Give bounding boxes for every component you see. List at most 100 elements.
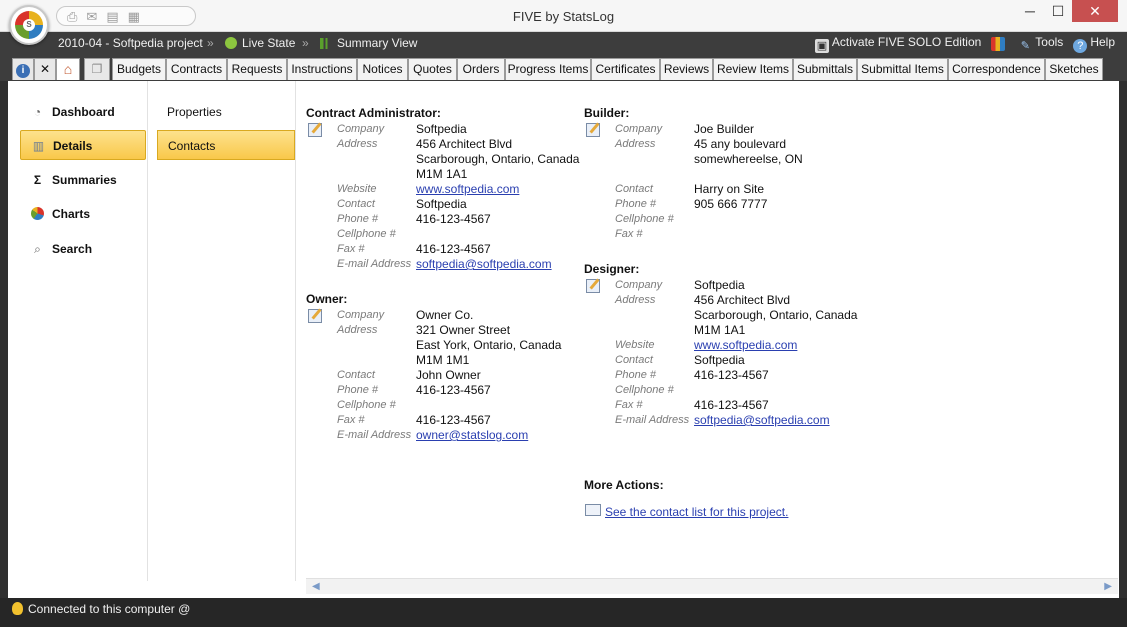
edit-contact-icon[interactable] <box>586 123 600 137</box>
breadcrumb: 2010-04 - Softpedia project » Live State… <box>0 32 1127 54</box>
breadcrumb-summary-view[interactable]: Summary View <box>320 36 417 50</box>
admin-phone: 416-123-4567 <box>416 212 491 226</box>
edit-contact-icon[interactable] <box>586 279 600 293</box>
contact-list-link[interactable]: See the contact list for this project. <box>605 505 788 519</box>
owner-address-line: East York, Ontario, Canada <box>416 338 562 352</box>
help-menu[interactable]: ? Help <box>1073 35 1115 53</box>
section-contract-administrator: Contract Administrator: <box>306 106 441 120</box>
field-label: Phone # <box>615 369 656 381</box>
breadcrumb-separator: » <box>207 36 214 50</box>
nav-summaries[interactable]: Σ Summaries <box>20 165 146 195</box>
field-label: Contact <box>615 354 653 366</box>
admin-address-line: M1M 1A1 <box>416 167 468 181</box>
module-tabs: i ✕ ⌂ ❐ Budgets Contracts Requests Instr… <box>0 54 1127 81</box>
home-tab[interactable]: ⌂ <box>56 58 80 80</box>
activate-solo-button[interactable]: ▣ Activate FIVE SOLO Edition <box>814 35 981 53</box>
status-bar: Connected to this computer @ <box>0 598 1127 627</box>
builder-address-line: somewhereelse, ON <box>694 152 803 166</box>
owner-address-line: M1M 1M1 <box>416 353 470 367</box>
breadcrumb-live-state[interactable]: Live State <box>225 36 295 50</box>
nav-dashboard[interactable]: ◔ Dashboard <box>20 97 146 127</box>
field-label: Cellphone # <box>337 399 396 411</box>
field-label: Fax # <box>337 414 365 426</box>
admin-company: Softpedia <box>416 122 467 136</box>
tab-sketches[interactable]: Sketches <box>1045 58 1103 80</box>
details-subnav: Properties Contacts <box>156 81 296 581</box>
tools-menu[interactable]: ✎ Tools <box>1018 35 1064 53</box>
designer-email-link[interactable]: softpedia@softpedia.com <box>694 413 830 427</box>
info-icon: i <box>16 64 30 78</box>
maximize-button[interactable]: ☐ <box>1044 0 1072 22</box>
cart-icon: ▣ <box>814 39 829 53</box>
scroll-right-icon[interactable]: ▶ <box>1104 581 1112 592</box>
admin-address-line: Scarborough, Ontario, Canada <box>416 152 580 166</box>
tab-submittal-items[interactable]: Submittal Items <box>857 58 948 80</box>
builder-company: Joe Builder <box>694 122 755 136</box>
search-icon: ⌕ <box>34 242 41 256</box>
subnav-contacts[interactable]: Contacts <box>157 130 295 160</box>
tab-progress-items[interactable]: Progress Items <box>505 58 591 80</box>
scroll-left-icon[interactable]: ◀ <box>312 581 320 592</box>
lightbulb-icon <box>12 602 23 615</box>
admin-fax: 416-123-4567 <box>416 242 491 256</box>
admin-website-link[interactable]: www.softpedia.com <box>416 182 519 196</box>
info-tab[interactable]: i <box>12 58 34 80</box>
tab-certificates[interactable]: Certificates <box>591 58 660 80</box>
tab-budgets[interactable]: Budgets <box>112 58 166 80</box>
pie-chart-icon <box>30 207 45 221</box>
minimize-button[interactable]: ─ <box>1016 0 1044 22</box>
tab-notices[interactable]: Notices <box>357 58 408 80</box>
wrench-icon: ✎ <box>1020 40 1030 52</box>
owner-email-link[interactable]: owner@statslog.com <box>416 428 528 442</box>
builder-phone: 905 666 7777 <box>694 197 768 211</box>
nav-details[interactable]: ▥ Details <box>20 130 146 160</box>
app-menu-button[interactable]: S <box>9 5 49 45</box>
admin-email-link[interactable]: softpedia@softpedia.com <box>416 257 552 271</box>
breadcrumb-project[interactable]: 2010-04 - Softpedia project <box>58 36 203 50</box>
subnav-properties[interactable]: Properties <box>157 97 295 127</box>
edit-contact-icon[interactable] <box>308 309 322 323</box>
field-label: Company <box>615 279 663 291</box>
designer-website-link[interactable]: www.softpedia.com <box>694 338 797 352</box>
tab-submittals[interactable]: Submittals <box>793 58 857 80</box>
field-label: Fax # <box>615 399 643 411</box>
field-label: Address <box>337 138 378 150</box>
tab-review-items[interactable]: Review Items <box>713 58 793 80</box>
building-icon: ▥ <box>32 139 45 153</box>
owner-company: Owner Co. <box>416 308 474 322</box>
horizontal-scrollbar[interactable]: ◀ ▶ <box>306 578 1118 594</box>
main-content: ◔ Dashboard ▥ Details Σ Summaries Charts ⌕ S… <box>8 81 1119 598</box>
help-icon: ? <box>1073 39 1088 53</box>
owner-contact: John Owner <box>416 368 481 382</box>
field-label: Company <box>615 123 663 135</box>
field-label: Fax # <box>337 243 365 255</box>
title-bar: S ⎙ ✉ ▤ ▦ FIVE by StatsLog ─ ☐ ✕ <box>0 0 1127 45</box>
close-button[interactable]: ✕ <box>1072 0 1118 22</box>
tab-correspondence[interactable]: Correspondence <box>948 58 1045 80</box>
section-designer: Designer: <box>584 262 640 276</box>
tab-quotes[interactable]: Quotes <box>408 58 457 80</box>
pages-tab[interactable]: ❐ <box>84 58 110 80</box>
tab-instructions[interactable]: Instructions <box>287 58 357 80</box>
nav-charts[interactable]: Charts <box>20 199 146 229</box>
designer-address-line: M1M 1A1 <box>694 323 746 337</box>
owner-phone: 416-123-4567 <box>416 383 491 397</box>
close-tab-button[interactable]: ✕ <box>34 58 56 80</box>
live-state-icon <box>225 37 237 49</box>
tab-orders[interactable]: Orders <box>457 58 505 80</box>
edit-contact-icon[interactable] <box>308 123 322 137</box>
field-label: Contact <box>337 198 375 210</box>
tab-contracts[interactable]: Contracts <box>166 58 227 80</box>
tab-requests[interactable]: Requests <box>227 58 287 80</box>
sigma-icon: Σ <box>33 173 42 187</box>
field-label: Cellphone # <box>337 228 396 240</box>
designer-phone: 416-123-4567 <box>694 368 769 382</box>
field-label: Contact <box>615 183 653 195</box>
owner-address-line: 321 Owner Street <box>416 323 511 337</box>
apps-grid-icon[interactable] <box>991 37 1006 51</box>
summary-view-icon <box>320 38 331 49</box>
nav-search[interactable]: ⌕ Search <box>20 234 146 264</box>
tab-reviews[interactable]: Reviews <box>660 58 713 80</box>
builder-address-line: 45 any boulevard <box>694 137 787 151</box>
close-icon: ✕ <box>39 62 51 76</box>
